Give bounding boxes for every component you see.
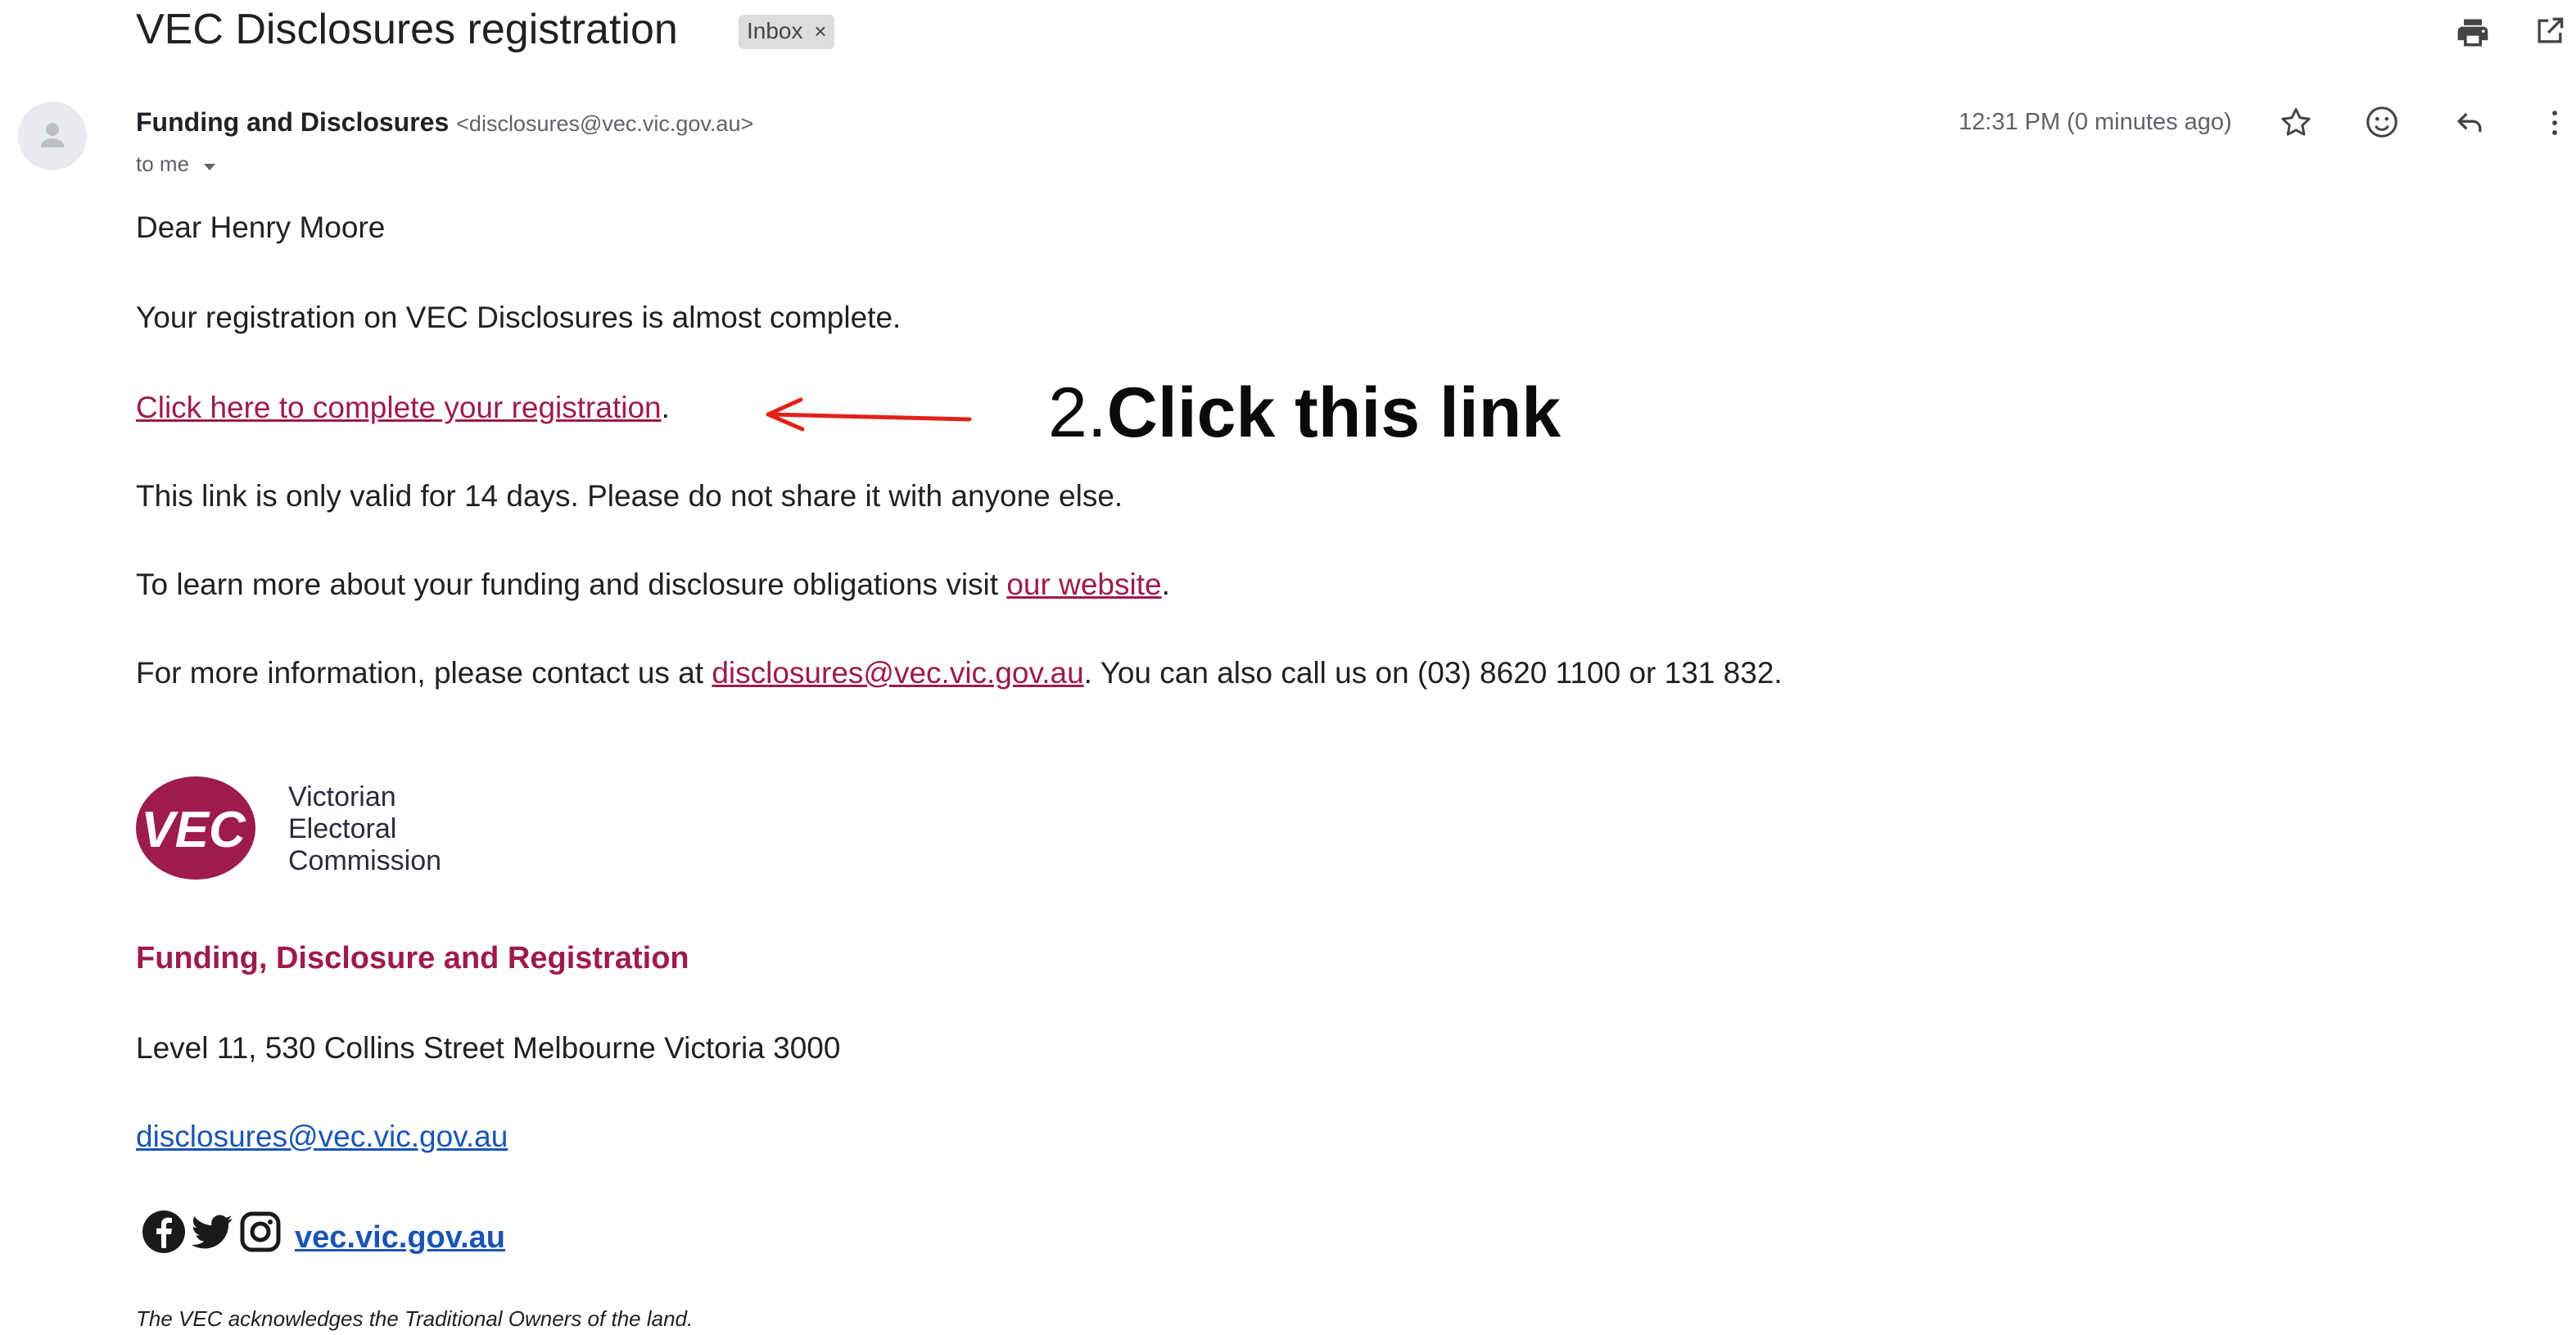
chevron-down-icon <box>201 152 218 179</box>
vec-logo-mark: VEC <box>141 802 246 858</box>
vec-website-link[interactable]: vec.vic.gov.au <box>295 1220 505 1255</box>
contact-prefix: For more information, please contact us … <box>136 656 712 690</box>
inbox-label-chip[interactable]: Inbox × <box>739 15 835 49</box>
vec-logo: VEC <box>134 775 257 885</box>
sender-name[interactable]: Funding and Disclosures <box>136 107 449 137</box>
logo-line-3: Commission <box>288 845 442 876</box>
emoji-reaction-icon[interactable] <box>2363 103 2401 141</box>
remove-label-button[interactable]: × <box>814 19 826 43</box>
logo-line-2: Electoral <box>288 813 397 844</box>
sender-email: <disclosures@vec.vic.gov.au> <box>456 111 754 136</box>
postal-address: Level 11, 530 Collins Street Melbourne V… <box>136 1031 841 1065</box>
learn-more-period: . <box>1161 568 1170 601</box>
person-icon <box>41 123 64 147</box>
annotation-instruction: 2.Click this link <box>1048 372 1561 454</box>
link-validity-text: This link is only valid for 14 days. Ple… <box>136 479 1123 513</box>
recipient-details-toggle[interactable]: to me <box>136 151 218 179</box>
contact-email-link[interactable]: disclosures@vec.vic.gov.au <box>712 656 1083 690</box>
print-icon[interactable] <box>2455 15 2491 51</box>
sender-line: Funding and Disclosures <disclosures@vec… <box>136 106 753 139</box>
vec-logo-wordmark: Victorian Electoral Commission <box>288 781 441 877</box>
logo-line-1: Victorian <box>288 781 396 812</box>
annotation-text: Click this link <box>1106 373 1561 452</box>
department-title: Funding, Disclosure and Registration <box>136 941 689 975</box>
reply-icon[interactable] <box>2452 105 2488 141</box>
annotation-arrow <box>758 391 973 441</box>
contact-suffix: . You can also call us on (03) 8620 1100… <box>1083 656 1783 690</box>
email-subject: VEC Disclosures registration <box>136 6 678 53</box>
twitter-icon[interactable] <box>191 1215 233 1249</box>
facebook-icon[interactable] <box>142 1211 185 1253</box>
sender-avatar <box>18 102 87 170</box>
message-timestamp: 12:31 PM (0 minutes ago) <box>1959 109 2232 135</box>
contact-line: For more information, please contact us … <box>136 655 1783 691</box>
annotation-step-number: 2. <box>1048 373 1107 452</box>
greeting: Dear Henry Moore <box>136 210 386 244</box>
social-icons <box>141 1207 288 1260</box>
recipient-label: to me <box>136 152 190 176</box>
complete-registration-link[interactable]: Click here to complete your registration <box>136 391 662 424</box>
acknowledgement-of-country: The VEC acknowledges the Traditional Own… <box>136 1306 694 1331</box>
registration-link-period: . <box>661 391 670 424</box>
signature-email-line: disclosures@vec.vic.gov.au <box>136 1119 508 1155</box>
open-in-new-window-icon[interactable] <box>2532 13 2568 49</box>
star-icon[interactable] <box>2278 105 2314 141</box>
signature-email-link[interactable]: disclosures@vec.vic.gov.au <box>136 1120 508 1153</box>
our-website-link[interactable]: our website <box>1006 568 1161 601</box>
learn-more-text: To learn more about your funding and dis… <box>136 568 1007 601</box>
registration-status-text: Your registration on VEC Disclosures is … <box>136 301 902 334</box>
registration-link-line: Click here to complete your registration… <box>136 390 670 426</box>
learn-more-line: To learn more about your funding and dis… <box>136 567 1170 603</box>
website-line: vec.vic.gov.au <box>295 1219 505 1256</box>
inbox-label-text: Inbox <box>747 18 803 43</box>
more-options-icon[interactable] <box>2537 105 2573 141</box>
instagram-icon[interactable] <box>240 1211 281 1252</box>
